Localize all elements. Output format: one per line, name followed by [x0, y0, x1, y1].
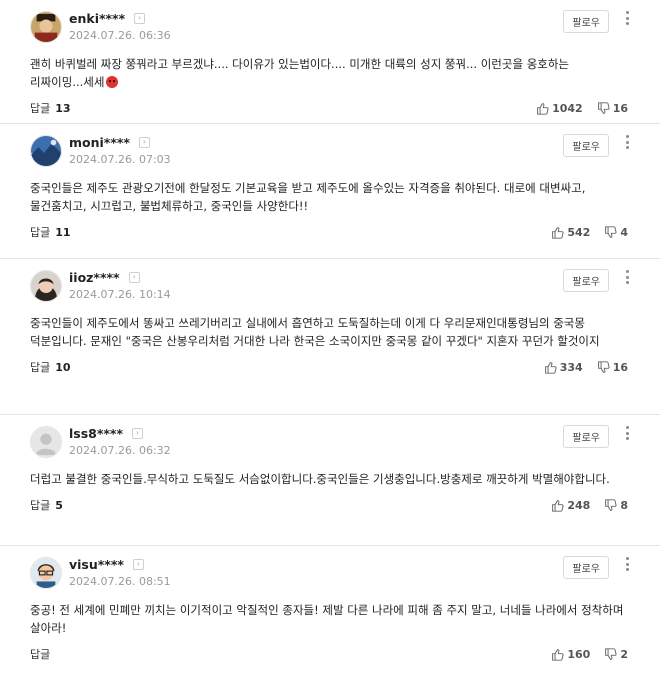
follow-button[interactable]: 팔로우	[563, 425, 609, 448]
comment-date: 2024.07.26. 10:14	[69, 288, 171, 301]
username[interactable]: iioz****	[69, 270, 120, 285]
avatar-landscape-image	[31, 136, 61, 166]
dislike-count: 4	[620, 225, 628, 239]
like-button[interactable]: 160	[551, 648, 590, 661]
comment-date: 2024.07.26. 06:32	[69, 444, 171, 457]
comment-date: 2024.07.26. 06:36	[69, 29, 171, 42]
thumbs-down-icon	[597, 101, 610, 114]
follow-button[interactable]: 팔로우	[563, 134, 609, 157]
follow-button[interactable]: 팔로우	[563, 556, 609, 579]
comment-item: lss8**** › 2024.07.26. 06:32 팔로우 더럽고 불결한…	[0, 415, 660, 546]
thumbs-down-icon	[597, 360, 610, 373]
dislike-button[interactable]: 4	[604, 226, 628, 239]
like-count: 248	[567, 498, 591, 512]
username[interactable]: moni****	[69, 135, 130, 150]
dislike-count: 16	[612, 360, 628, 374]
comment-item: enki**** › 2024.07.26. 06:36 팔로우 괜히 바퀴벌레…	[0, 0, 660, 124]
comment-date: 2024.07.26. 07:03	[69, 153, 171, 166]
follow-button[interactable]: 팔로우	[563, 269, 609, 292]
chevron-right-icon[interactable]: ›	[132, 427, 144, 439]
dislike-button[interactable]: 8	[604, 499, 628, 512]
dislike-button[interactable]: 2	[604, 648, 628, 661]
avatar[interactable]	[30, 135, 62, 167]
dislike-count: 2	[620, 647, 628, 661]
dislike-count: 8	[620, 498, 628, 512]
username[interactable]: lss8****	[69, 426, 123, 441]
like-button[interactable]: 542	[551, 226, 590, 239]
more-vertical-icon[interactable]	[625, 11, 629, 25]
reply-label[interactable]: 답글	[30, 100, 50, 116]
more-vertical-icon[interactable]	[625, 270, 629, 284]
like-button[interactable]: 1042	[536, 102, 583, 115]
avatar[interactable]	[30, 270, 62, 302]
comment-body: 중국인들은 제주도 관광오기전에 한달정도 기본교육을 받고 제주도에 올수있는…	[30, 181, 586, 213]
reply-label[interactable]: 답글	[30, 646, 50, 662]
thumbs-up-icon	[552, 226, 564, 239]
more-vertical-icon[interactable]	[625, 557, 629, 571]
like-count: 160	[567, 647, 591, 661]
thumbs-down-icon	[605, 647, 617, 660]
reply-label[interactable]: 답글	[30, 497, 50, 513]
comment-list: enki**** › 2024.07.26. 06:36 팔로우 괜히 바퀴벌레…	[0, 0, 660, 686]
username[interactable]: visu****	[69, 557, 124, 572]
angry-face-icon	[106, 76, 119, 88]
comment-body: 중국인들이 제주도에서 똥싸고 쓰레기버리고 실내에서 흡연하고 도둑질하는데 …	[30, 316, 600, 348]
reply-label[interactable]: 답글	[30, 359, 50, 375]
chevron-right-icon[interactable]: ›	[132, 558, 144, 570]
comment-body: 더럽고 불결한 중국인들.무식하고 도둑질도 서슴없이합니다.중국인들은 기생충…	[30, 472, 610, 486]
avatar[interactable]	[30, 426, 62, 458]
thumbs-down-icon	[605, 498, 617, 511]
avatar-cartoon-image	[31, 558, 61, 588]
like-button[interactable]: 248	[551, 499, 590, 512]
avatar-portrait-image	[31, 271, 61, 301]
comment-item: moni**** › 2024.07.26. 07:03 팔로우 중국인들은 제…	[0, 124, 660, 259]
avatar-portrait-image	[31, 12, 61, 42]
dislike-button[interactable]: 16	[597, 102, 628, 115]
default-user-icon	[31, 427, 61, 457]
reply-count[interactable]: 5	[55, 499, 63, 512]
reply-count[interactable]: 13	[55, 102, 70, 115]
thumbs-up-icon	[552, 499, 564, 512]
chevron-right-icon[interactable]: ›	[128, 271, 140, 283]
follow-button[interactable]: 팔로우	[563, 10, 609, 33]
avatar[interactable]	[30, 11, 62, 43]
more-vertical-icon[interactable]	[625, 135, 629, 149]
chevron-right-icon[interactable]: ›	[134, 12, 146, 24]
like-count: 542	[567, 225, 591, 239]
reply-count[interactable]: 10	[55, 361, 70, 374]
like-count: 334	[559, 360, 583, 374]
username[interactable]: enki****	[69, 11, 125, 26]
thumbs-down-icon	[605, 225, 617, 238]
like-count: 1042	[552, 101, 583, 115]
reply-count[interactable]: 11	[55, 226, 70, 239]
comment-item: iioz**** › 2024.07.26. 10:14 팔로우 중국인들이 제…	[0, 259, 660, 415]
comment-body: 괜히 바퀴벌레 짜장 쭝꿔라고 부르겠냐.... 다이유가 있는법이다.... …	[30, 57, 570, 89]
like-button[interactable]: 334	[544, 361, 583, 374]
comment-date: 2024.07.26. 08:51	[69, 575, 171, 588]
comment-item: visu**** › 2024.07.26. 08:51 팔로우 중공! 전 세…	[0, 546, 660, 686]
avatar[interactable]	[30, 557, 62, 589]
reply-label[interactable]: 답글	[30, 224, 50, 240]
thumbs-up-icon	[537, 102, 549, 115]
comment-body: 중공! 전 세계에 민폐만 끼치는 이기적이고 악질적인 종자들! 제발 다른 …	[30, 603, 624, 635]
thumbs-up-icon	[552, 648, 564, 661]
dislike-button[interactable]: 16	[597, 361, 628, 374]
more-vertical-icon[interactable]	[625, 426, 629, 440]
dislike-count: 16	[612, 101, 628, 115]
thumbs-up-icon	[544, 361, 557, 374]
chevron-right-icon[interactable]: ›	[138, 136, 150, 148]
